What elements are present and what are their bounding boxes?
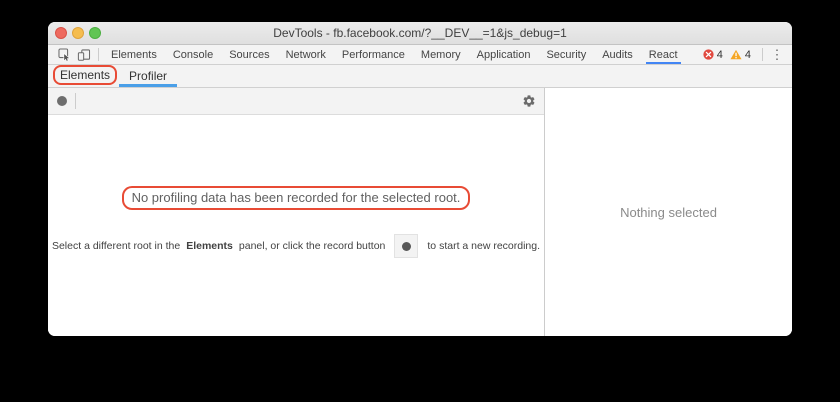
tabbar-right-controls: 4 4 ⋮ bbox=[703, 48, 792, 61]
separator bbox=[75, 93, 76, 109]
react-panel-body: No profiling data has been recorded for … bbox=[48, 88, 792, 336]
tab-memory[interactable]: Memory bbox=[413, 45, 469, 64]
warning-count-badge[interactable]: 4 bbox=[730, 49, 751, 61]
device-toolbar-icon[interactable] bbox=[74, 45, 94, 64]
record-icon bbox=[402, 242, 411, 251]
tab-security[interactable]: Security bbox=[538, 45, 594, 64]
empty-message-text: No profiling data has been recorded for … bbox=[132, 190, 461, 205]
devtools-tabbar: Elements Console Sources Network Perform… bbox=[48, 45, 792, 65]
tab-application[interactable]: Application bbox=[469, 45, 539, 64]
close-window-button[interactable] bbox=[55, 27, 67, 39]
react-subtab-elements[interactable]: Elements bbox=[55, 67, 115, 83]
react-subtab-profiler[interactable]: Profiler bbox=[119, 66, 177, 87]
annotation-highlight-elements: Elements bbox=[53, 65, 117, 85]
profiler-panel: No profiling data has been recorded for … bbox=[48, 88, 545, 336]
instruction-part2: panel, or click the record button bbox=[239, 240, 386, 252]
more-menu-icon[interactable]: ⋮ bbox=[767, 48, 787, 61]
warning-count: 4 bbox=[745, 49, 751, 61]
profiler-empty-state: No profiling data has been recorded for … bbox=[48, 115, 544, 336]
instruction-bold-elements: Elements bbox=[186, 240, 233, 252]
instruction-part3: to start a new recording. bbox=[427, 240, 540, 252]
react-subtabbar: Elements Profiler bbox=[48, 65, 792, 88]
tab-sources[interactable]: Sources bbox=[221, 45, 277, 64]
inspect-element-icon[interactable] bbox=[54, 45, 74, 64]
instruction-text: Select a different root in the Elements … bbox=[49, 234, 543, 258]
error-count: 4 bbox=[717, 49, 723, 61]
nothing-selected-text: Nothing selected bbox=[620, 205, 717, 220]
tab-console[interactable]: Console bbox=[165, 45, 221, 64]
tab-elements[interactable]: Elements bbox=[103, 45, 165, 64]
error-icon bbox=[703, 49, 714, 60]
tab-network[interactable]: Network bbox=[278, 45, 334, 64]
tab-audits[interactable]: Audits bbox=[594, 45, 641, 64]
record-button[interactable] bbox=[57, 96, 67, 106]
details-panel: Nothing selected bbox=[545, 88, 792, 336]
profiler-toolbar bbox=[48, 88, 544, 115]
separator bbox=[762, 48, 763, 61]
zoom-window-button[interactable] bbox=[89, 27, 101, 39]
error-count-badge[interactable]: 4 bbox=[703, 49, 723, 61]
traffic-light-buttons bbox=[55, 22, 101, 44]
warning-icon bbox=[730, 49, 742, 60]
separator bbox=[98, 48, 99, 61]
devtools-window: DevTools - fb.facebook.com/?__DEV__=1&js… bbox=[48, 22, 792, 336]
settings-gear-icon[interactable] bbox=[522, 94, 536, 108]
window-titlebar: DevTools - fb.facebook.com/?__DEV__=1&js… bbox=[48, 22, 792, 45]
window-title: DevTools - fb.facebook.com/?__DEV__=1&js… bbox=[273, 26, 567, 40]
tab-react[interactable]: React bbox=[641, 45, 686, 64]
record-button-inline[interactable] bbox=[394, 234, 418, 258]
instruction-part1: Select a different root in the bbox=[52, 240, 180, 252]
minimize-window-button[interactable] bbox=[72, 27, 84, 39]
tab-performance[interactable]: Performance bbox=[334, 45, 413, 64]
annotation-highlight-message: No profiling data has been recorded for … bbox=[122, 186, 471, 210]
